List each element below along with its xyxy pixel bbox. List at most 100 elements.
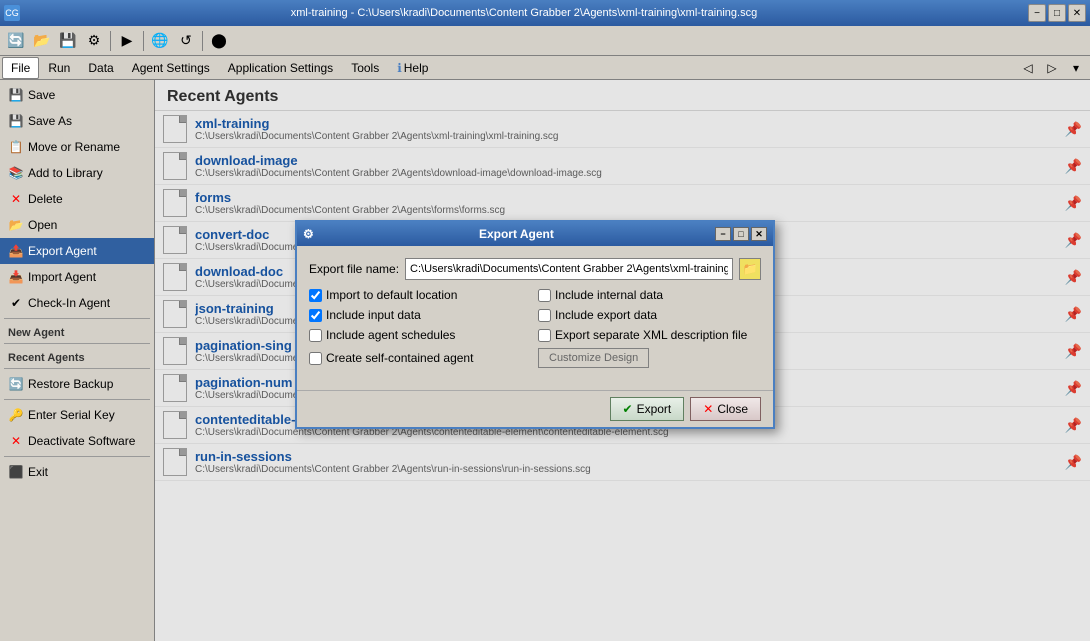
check-internal-data[interactable]: Include internal data [538, 288, 761, 302]
toolbar-settings-icon[interactable]: ⚙ [82, 29, 106, 53]
export-button[interactable]: ✔ Export [610, 397, 685, 421]
toolbar-separator-1 [110, 31, 111, 51]
check-agent-schedules-input[interactable] [309, 329, 322, 342]
check-include-input-input[interactable] [309, 309, 322, 322]
sidebar-item-delete[interactable]: ✕ Delete [0, 186, 154, 212]
delete-icon: ✕ [8, 191, 24, 207]
nav-dropdown-icon[interactable]: ▾ [1064, 56, 1088, 80]
nav-forward-icon[interactable]: ▷ [1040, 56, 1064, 80]
maximize-button[interactable]: □ [1048, 4, 1066, 22]
app-icon: CG [4, 5, 20, 21]
nav-back-icon[interactable]: ◁ [1016, 56, 1040, 80]
filename-input[interactable] [405, 258, 733, 280]
toolbar-refresh-icon[interactable]: ↺ [174, 29, 198, 53]
toolbar-separator-3 [202, 31, 203, 51]
minimize-button[interactable]: − [1028, 4, 1046, 22]
export-dialog: ⚙ Export Agent − □ ✕ Export file name: 📁 [295, 220, 775, 429]
check-export-data-input[interactable] [538, 309, 551, 322]
toolbar-new-icon[interactable]: 🔄 [4, 29, 28, 53]
dialog-title-bar: ⚙ Export Agent − □ ✕ [297, 222, 773, 246]
sidebar-item-exit[interactable]: ⬛ Exit [0, 459, 154, 485]
library-icon: 📚 [8, 165, 24, 181]
check-agent-schedules[interactable]: Include agent schedules [309, 328, 532, 342]
save-icon: 💾 [8, 87, 24, 103]
close-button[interactable]: ✕ [1068, 4, 1086, 22]
toolbar-play-icon[interactable]: ▶ [115, 29, 139, 53]
move-icon: 📋 [8, 139, 24, 155]
menu-run[interactable]: Run [39, 57, 79, 79]
customize-design-button[interactable]: Customize Design [538, 348, 649, 368]
check-import-default-label: Import to default location [326, 288, 457, 302]
sidebar-item-move-rename[interactable]: 📋 Move or Rename [0, 134, 154, 160]
dialog-controls: − □ ✕ [715, 227, 767, 241]
check-export-data-label: Include export data [555, 308, 657, 322]
deactivate-icon: ✕ [8, 433, 24, 449]
browse-button[interactable]: 📁 [739, 258, 761, 280]
dialog-body: Export file name: 📁 Import to default lo… [297, 246, 773, 390]
close-dialog-button[interactable]: ✕ Close [690, 397, 761, 421]
sidebar-item-save-as[interactable]: 💾 Save As [0, 108, 154, 134]
content-area: Recent Agents xml-training C:\Users\krad… [155, 80, 1090, 641]
checkin-icon: ✔ [8, 295, 24, 311]
toolbar: 🔄 📂 💾 ⚙ ▶ 🌐 ↺ ⬤ [0, 26, 1090, 56]
toolbar-circle-icon[interactable]: ⬤ [207, 29, 231, 53]
menu-application-settings[interactable]: Application Settings [219, 57, 342, 79]
menu-help[interactable]: ℹ Help [388, 57, 437, 79]
title-bar-left: CG [4, 5, 20, 21]
sidebar-item-import[interactable]: 📥 Import Agent [0, 264, 154, 290]
main-layout: 💾 Save 💾 Save As 📋 Move or Rename 📚 Add … [0, 80, 1090, 641]
dialog-close-btn[interactable]: ✕ [751, 227, 767, 241]
dialog-minimize-btn[interactable]: − [715, 227, 731, 241]
exit-icon: ⬛ [8, 464, 24, 480]
import-icon: 📥 [8, 269, 24, 285]
dialog-footer: ✔ Export ✕ Close [297, 390, 773, 427]
export-check-icon: ✔ [623, 402, 633, 416]
menu-bar: File Run Data Agent Settings Application… [0, 56, 1090, 80]
toolbar-save-icon[interactable]: 💾 [56, 29, 80, 53]
modal-overlay: ⚙ Export Agent − □ ✕ Export file name: 📁 [155, 80, 1090, 641]
check-separate-xml-label: Export separate XML description file [555, 328, 747, 342]
check-separate-xml[interactable]: Export separate XML description file [538, 328, 761, 342]
menu-data[interactable]: Data [79, 57, 122, 79]
check-agent-schedules-label: Include agent schedules [326, 328, 455, 342]
sidebar-section-new: New Agent [0, 321, 154, 341]
check-separate-xml-input[interactable] [538, 329, 551, 342]
dialog-title-icon: ⚙ [303, 227, 314, 241]
filename-row: Export file name: 📁 [309, 258, 761, 280]
check-export-data[interactable]: Include export data [538, 308, 761, 322]
check-self-contained[interactable]: Create self-contained agent [309, 348, 532, 368]
check-internal-data-input[interactable] [538, 289, 551, 302]
menu-tools[interactable]: Tools [342, 57, 388, 79]
menu-file[interactable]: File [2, 57, 39, 79]
sidebar-item-serial[interactable]: 🔑 Enter Serial Key [0, 402, 154, 428]
toolbar-open-icon[interactable]: 📂 [30, 29, 54, 53]
sidebar-item-save[interactable]: 💾 Save [0, 82, 154, 108]
sidebar-divider-4 [4, 399, 150, 400]
check-self-contained-input[interactable] [309, 352, 322, 365]
check-include-input[interactable]: Include input data [309, 308, 532, 322]
sidebar-item-deactivate[interactable]: ✕ Deactivate Software [0, 428, 154, 454]
sidebar-section-recent: Recent Agents [0, 346, 154, 366]
window-title: xml-training - C:\Users\kradi\Documents\… [20, 7, 1028, 19]
check-import-default[interactable]: Import to default location [309, 288, 532, 302]
sidebar-item-open[interactable]: 📂 Open [0, 212, 154, 238]
sidebar-item-add-library[interactable]: 📚 Add to Library [0, 160, 154, 186]
check-internal-data-label: Include internal data [555, 288, 663, 302]
check-self-contained-label: Create self-contained agent [326, 351, 473, 365]
sidebar-item-checkin[interactable]: ✔ Check-In Agent [0, 290, 154, 316]
dialog-title-text: Export Agent [479, 227, 554, 241]
restore-icon: 🔄 [8, 376, 24, 392]
check-import-default-input[interactable] [309, 289, 322, 302]
sidebar-item-export[interactable]: 📤 Export Agent [0, 238, 154, 264]
help-icon: ℹ [397, 61, 402, 75]
filename-label: Export file name: [309, 262, 399, 276]
title-bar: CG xml-training - C:\Users\kradi\Documen… [0, 0, 1090, 26]
close-x-icon: ✕ [703, 402, 713, 416]
menu-agent-settings[interactable]: Agent Settings [123, 57, 219, 79]
window-controls: − □ ✕ [1028, 4, 1086, 22]
key-icon: 🔑 [8, 407, 24, 423]
dialog-maximize-btn[interactable]: □ [733, 227, 749, 241]
sidebar-item-restore[interactable]: 🔄 Restore Backup [0, 371, 154, 397]
check-include-input-label: Include input data [326, 308, 421, 322]
toolbar-globe-icon[interactable]: 🌐 [148, 29, 172, 53]
